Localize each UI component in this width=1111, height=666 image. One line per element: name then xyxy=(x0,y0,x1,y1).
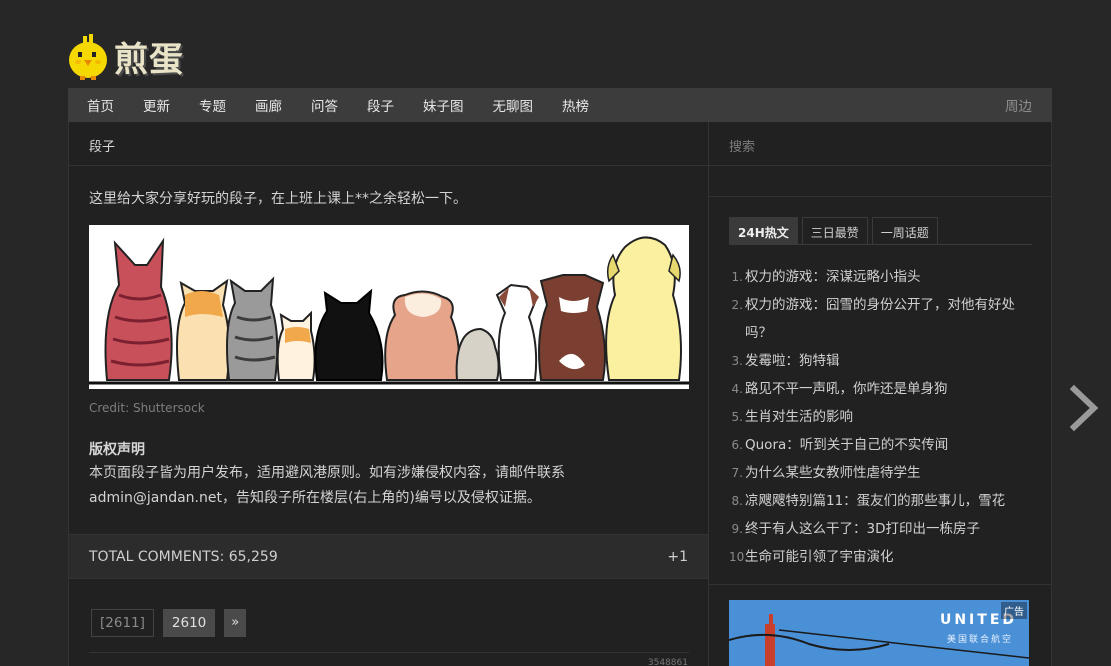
total-comments: TOTAL COMMENTS: 65,259 xyxy=(89,548,278,565)
hot-item-title[interactable]: 发霉啦：狗特辑 xyxy=(745,347,840,375)
tab-week-topics[interactable]: 一周话题 xyxy=(871,217,938,245)
main-content: 段子 这里给大家分享好玩的段子，在上班上课上**之余轻松一下。 Credit: … xyxy=(68,122,709,666)
hot-item-title[interactable]: 终于有人这么干了：3D打印出一栋房子 xyxy=(745,515,980,543)
nav-item-topics[interactable]: 专题 xyxy=(189,95,236,115)
ad-banner[interactable]: UNITED 美国联合航空 广告 xyxy=(729,600,1029,666)
divider xyxy=(709,584,1051,585)
list-item[interactable]: 9. 终于有人这么干了：3D打印出一栋房子 xyxy=(729,515,1034,543)
next-page-button[interactable]: » xyxy=(224,609,247,637)
list-item[interactable]: 2. 权力的游戏：囧雪的身份公开了，对他有好处吗？ xyxy=(729,291,1034,347)
chick-icon xyxy=(69,34,107,80)
nav-item-boring-pics[interactable]: 无聊图 xyxy=(483,95,544,115)
hot-item-title[interactable]: 权力的游戏：囧雪的身份公开了，对他有好处吗？ xyxy=(745,291,1034,347)
hot-item-title[interactable]: 生命可能引领了宇宙演化 xyxy=(745,543,894,571)
page-link-2610[interactable]: 2610 xyxy=(162,609,216,637)
ad-subtitle: 美国联合航空 xyxy=(946,635,1013,645)
nav-item-jokes[interactable]: 段子 xyxy=(357,95,404,115)
hot-item-title[interactable]: 权力的游戏：深谋远略小指头 xyxy=(745,263,921,291)
logo-text: 煎蛋 xyxy=(114,39,184,80)
site-logo[interactable]: 煎蛋 xyxy=(66,30,184,82)
comments-bar: TOTAL COMMENTS: 65,259 +1 xyxy=(69,534,708,579)
list-item[interactable]: 3. 发霉啦：狗特辑 xyxy=(729,347,1034,375)
current-page: [2611] xyxy=(91,609,154,637)
pagination: [2611] 2610 » xyxy=(91,609,247,637)
nav-item-home[interactable]: 首页 xyxy=(77,95,124,115)
nav-item-girls[interactable]: 妹子图 xyxy=(413,95,474,115)
list-item[interactable]: 8. 凉飕飕特别篇11：蛋友们的那些事儿，雪花 xyxy=(729,487,1034,515)
nav-item-merch[interactable]: 周边 xyxy=(1005,95,1032,115)
breadcrumb: 段子 xyxy=(69,122,708,166)
hot-tabs: 24H热文 三日最赞 一周话题 xyxy=(729,217,1032,245)
list-item[interactable]: 10. 生命可能引领了宇宙演化 xyxy=(729,543,1034,571)
list-item[interactable]: 7. 为什么某些女教师性虐待学生 xyxy=(729,459,1034,487)
list-item[interactable]: 1. 权力的游戏：深谋远略小指头 xyxy=(729,263,1034,291)
divider xyxy=(89,652,689,653)
divider xyxy=(709,196,1051,197)
image-credit: Credit: Shuttersock xyxy=(89,401,205,415)
plus-one-button[interactable]: +1 xyxy=(667,549,688,565)
sidebar: 搜索 24H热文 三日最赞 一周话题 1. 权力的游戏：深谋远略小指头 2. 权力的… xyxy=(709,122,1052,666)
hot-item-title[interactable]: 凉飕飕特别篇11：蛋友们的那些事儿，雪花 xyxy=(745,487,1005,515)
nav-item-gallery[interactable]: 画廊 xyxy=(245,95,292,115)
copyright-title: 版权声明 xyxy=(89,442,145,458)
list-item[interactable]: 4. 路见不平一声吼，你咋还是单身狗 xyxy=(729,375,1034,403)
ad-label: 广告 xyxy=(1001,602,1027,619)
tab-3day-top[interactable]: 三日最赞 xyxy=(801,217,868,245)
hot-item-title[interactable]: Quora：听到关于自己的不实传闻 xyxy=(745,431,948,459)
cats-illustration xyxy=(89,225,689,389)
tab-24h-hot[interactable]: 24H热文 xyxy=(729,217,798,245)
hot-item-title[interactable]: 生肖对生活的影响 xyxy=(745,403,853,431)
post-id: 3548861 xyxy=(647,658,688,666)
hot-list: 1. 权力的游戏：深谋远略小指头 2. 权力的游戏：囧雪的身份公开了，对他有好处吗？… xyxy=(729,263,1034,571)
hot-item-title[interactable]: 路见不平一声吼，你咋还是单身狗 xyxy=(745,375,948,403)
nav-item-qa[interactable]: 问答 xyxy=(301,95,348,115)
intro-text: 这里给大家分享好玩的段子，在上班上课上**之余轻松一下。 xyxy=(89,191,467,207)
copyright-body: 本页面段子皆为用户发布，适用避风港原则。如有涉嫌侵权内容，请邮件联系admin@… xyxy=(89,465,565,506)
list-item[interactable]: 6. Quora：听到关于自己的不实传闻 xyxy=(729,431,1034,459)
search-input[interactable]: 搜索 xyxy=(709,122,1051,166)
main-nav: 首页 更新 专题 画廊 问答 段子 妹子图 无聊图 热榜 周边 xyxy=(68,88,1052,122)
chevron-right-icon[interactable] xyxy=(1066,383,1102,433)
nav-item-hot[interactable]: 热榜 xyxy=(552,95,599,115)
header-image xyxy=(89,225,689,389)
list-item[interactable]: 5. 生肖对生活的影响 xyxy=(729,403,1034,431)
hot-item-title[interactable]: 为什么某些女教师性虐待学生 xyxy=(745,459,921,487)
nav-item-updates[interactable]: 更新 xyxy=(133,95,180,115)
